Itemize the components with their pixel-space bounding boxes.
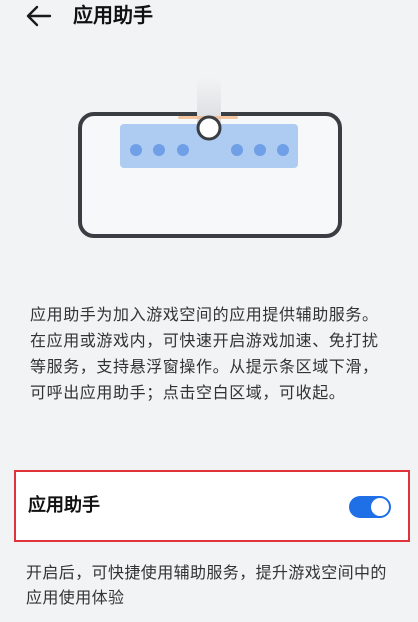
app-assistant-toggle[interactable]: [349, 496, 391, 518]
app-assistant-setting-row[interactable]: 应用助手: [14, 470, 410, 542]
page-title: 应用助手: [73, 3, 153, 27]
description-text: 应用助手为加入游戏空间的应用提供辅助服务。在应用或游戏内，可快速开启游戏加速、免…: [30, 305, 379, 402]
setting-label: 应用助手: [28, 495, 100, 516]
back-button[interactable]: [22, 0, 56, 32]
toggle-knob: [371, 498, 389, 516]
setting-footnote: 开启后，可快捷使用辅助服务，提升游戏空间中的应用使用体验: [26, 563, 387, 607]
phone-illustration: [0, 60, 418, 280]
phone-landscape-illustration: [78, 78, 342, 238]
header-bar: 应用助手: [0, 0, 418, 36]
back-arrow-icon: [26, 5, 52, 27]
